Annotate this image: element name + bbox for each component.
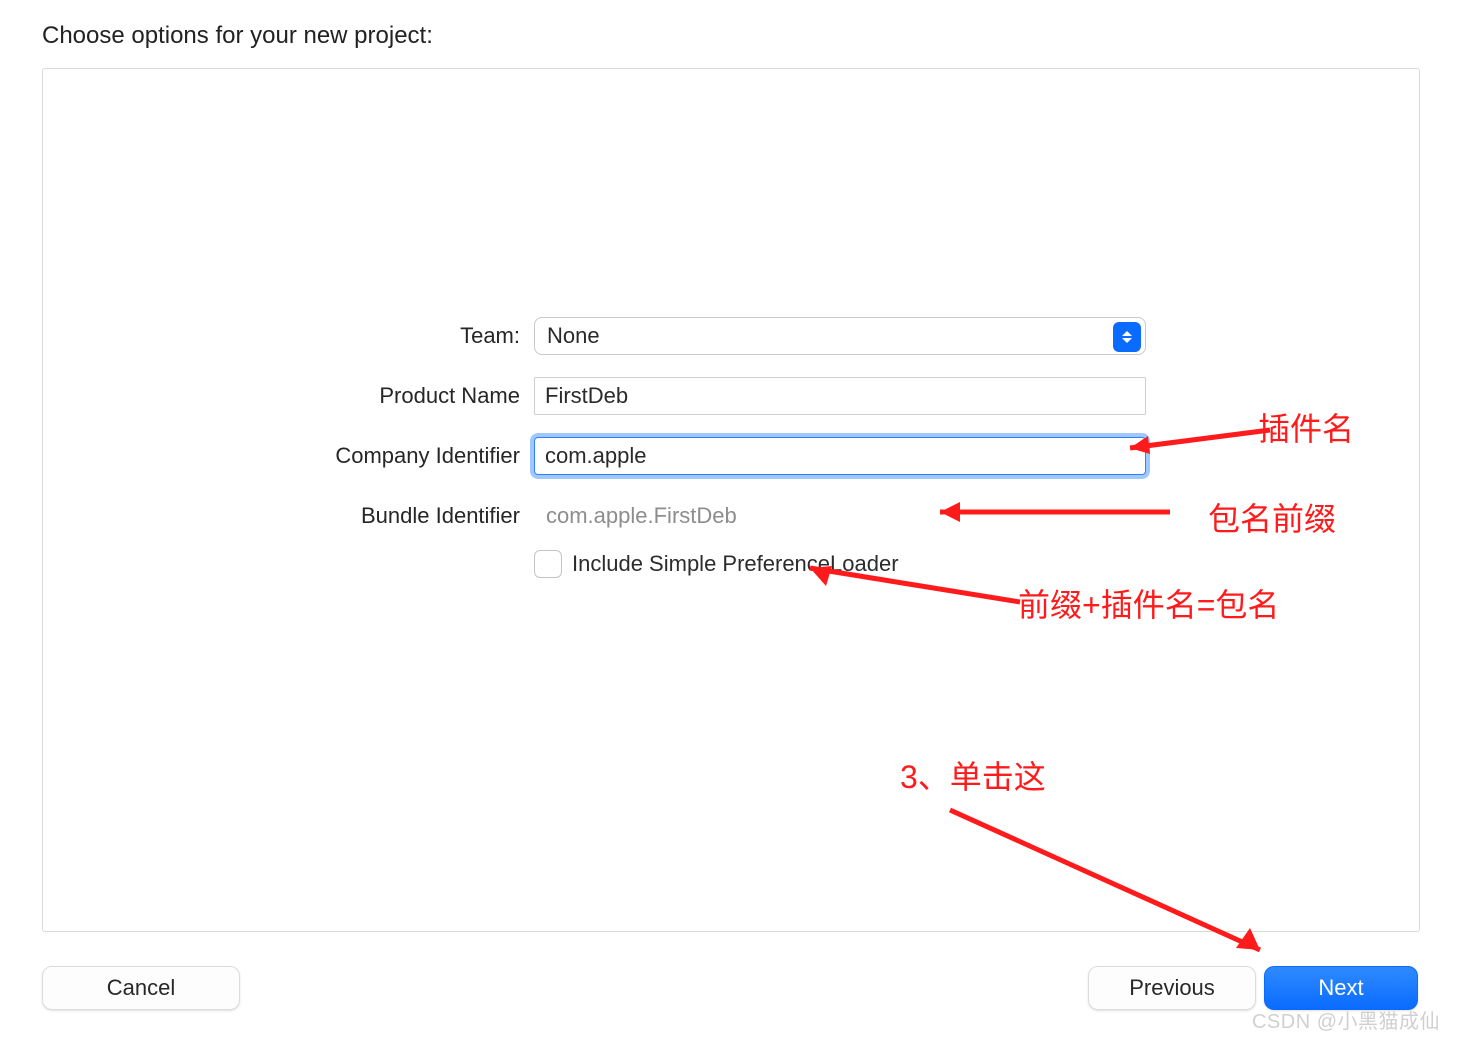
team-dropdown-value: None [535, 323, 600, 349]
bundle-identifier-label: Bundle Identifier [0, 503, 534, 529]
include-preferenceloader-checkbox[interactable] [534, 550, 562, 578]
options-form: Team: None Product Name FirstDeb C [0, 310, 1460, 578]
company-identifier-label: Company Identifier [0, 443, 534, 469]
watermark: CSDN @小黑猫成仙 [1252, 1005, 1440, 1034]
team-label: Team: [0, 323, 534, 349]
company-identifier-value: com.apple [545, 443, 647, 469]
cancel-button[interactable]: Cancel [42, 966, 240, 1010]
next-button[interactable]: Next [1264, 966, 1418, 1010]
product-name-label: Product Name [0, 383, 534, 409]
page-title: Choose options for your new project: [42, 22, 433, 50]
button-bar: Cancel Previous Next [0, 966, 1460, 1026]
include-preferenceloader-label: Include Simple PreferenceLoader [572, 551, 899, 577]
product-name-input[interactable]: FirstDeb [534, 377, 1146, 415]
company-identifier-input[interactable]: com.apple [534, 437, 1146, 475]
previous-button[interactable]: Previous [1088, 966, 1256, 1010]
team-dropdown[interactable]: None [534, 317, 1146, 355]
bundle-identifier-value: com.apple.FirstDeb [534, 497, 1146, 535]
updown-icon [1113, 322, 1141, 352]
product-name-value: FirstDeb [545, 383, 628, 409]
